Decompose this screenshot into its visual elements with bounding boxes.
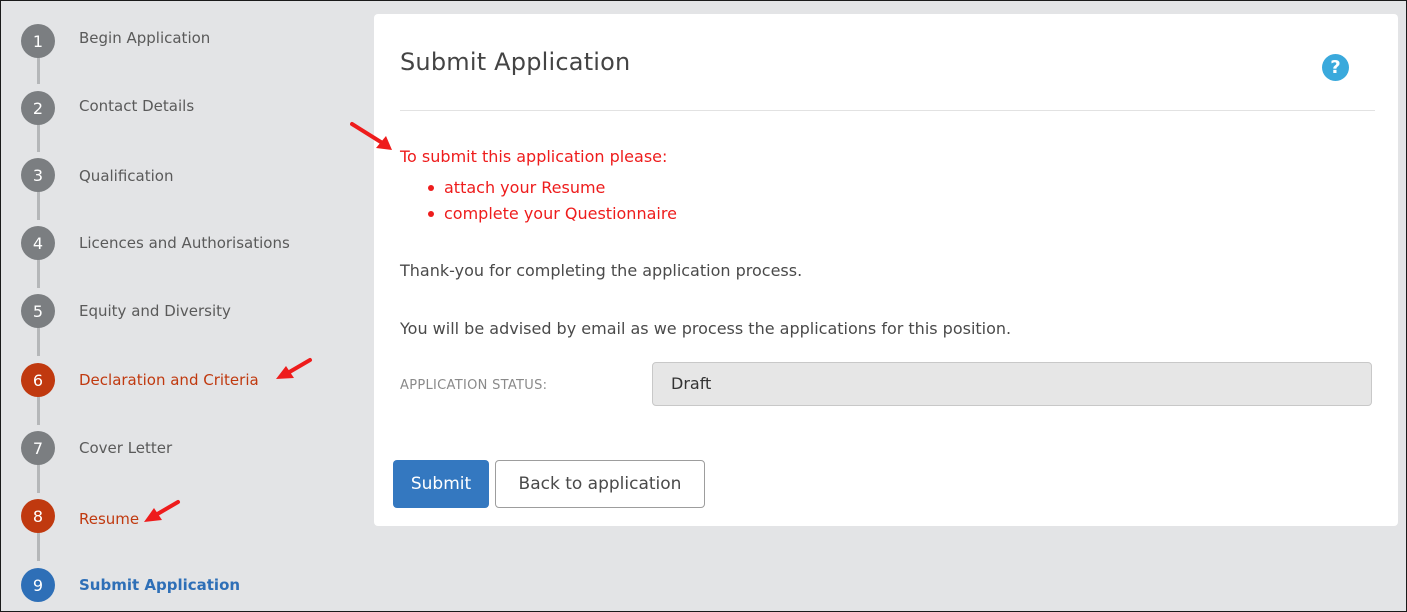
screenshot-border [0, 0, 1407, 612]
